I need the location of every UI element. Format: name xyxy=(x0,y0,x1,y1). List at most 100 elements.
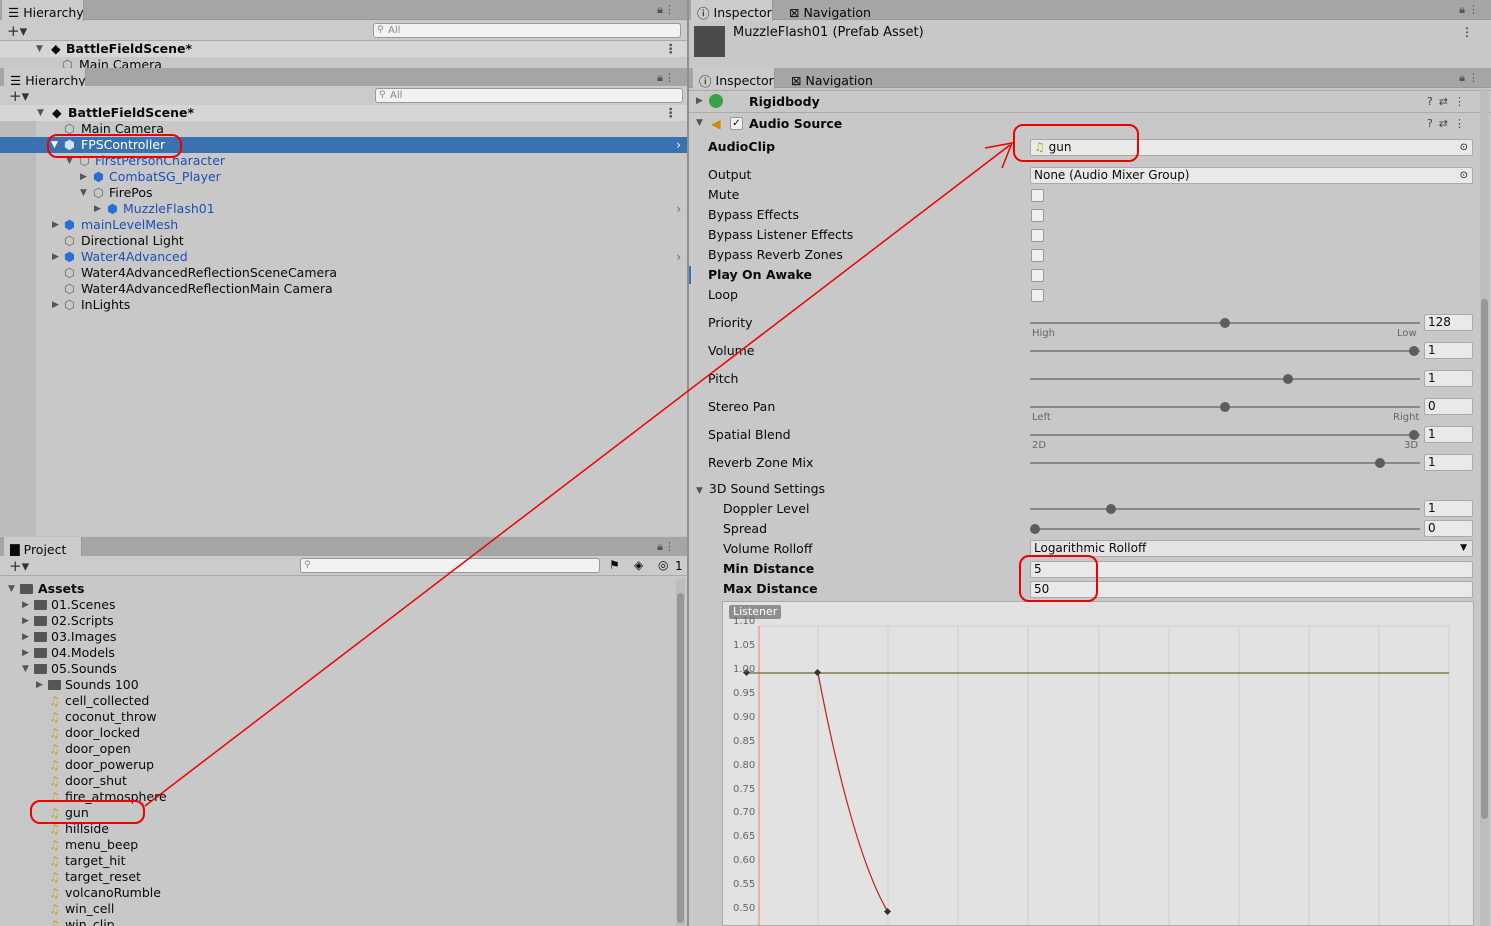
tab-navigation-top[interactable]: ⊠ Navigation xyxy=(783,0,873,21)
folder-item[interactable]: ▶ Sounds 100 xyxy=(0,677,687,693)
file-item[interactable]: ♫ target_reset xyxy=(0,869,687,885)
tab-navigation[interactable]: ⊠ Navigation xyxy=(785,68,875,89)
volume-slider[interactable] xyxy=(1030,350,1420,352)
chevron-right-icon[interactable]: › xyxy=(676,137,681,153)
collapse-arrow-icon[interactable]: ▶ xyxy=(22,629,29,645)
add-icon[interactable]: +▾ xyxy=(9,557,29,575)
hierarchy-item-combatsg-player[interactable]: ▶ ⬢ CombatSG_Player xyxy=(0,169,687,185)
project-scrollbar[interactable] xyxy=(676,579,685,926)
reverb-zone-mix-slider-handle[interactable] xyxy=(1375,458,1385,468)
scene-row[interactable]: ▼ ◆ BattleFieldScene* ⋮ xyxy=(0,105,687,121)
component-tools-icons[interactable]: ?⇄⋮ xyxy=(1427,91,1471,112)
file-item[interactable]: ♫ door_locked xyxy=(0,725,687,741)
collapse-arrow-icon[interactable]: ▶ xyxy=(52,217,59,233)
assets-root[interactable]: ▼ Assets xyxy=(0,581,687,597)
spread-slider[interactable] xyxy=(1030,528,1420,530)
hierarchy-item-water4advanced[interactable]: ▶ ⬢ Water4Advanced › xyxy=(0,249,687,265)
collapse-arrow-icon[interactable]: ▶ xyxy=(696,91,703,112)
expand-arrow-icon[interactable]: ▼ xyxy=(696,486,703,496)
bypass-effects-checkbox[interactable] xyxy=(1031,209,1044,222)
rolloff-graph[interactable]: Listener 1.10 1.05 1.00 0.95 0.90 0.85 0… xyxy=(722,601,1474,926)
priority-input[interactable]: 128 xyxy=(1424,314,1473,331)
loop-checkbox[interactable] xyxy=(1031,289,1044,302)
stereo-pan-slider-handle[interactable] xyxy=(1220,402,1230,412)
menu-icon[interactable]: ⋮ xyxy=(1468,71,1479,84)
pitch-slider[interactable] xyxy=(1030,378,1420,380)
search-input[interactable]: ⚲ All xyxy=(375,88,683,103)
hierarchy-item-reflection-scene-camera[interactable]: ⬡ Water4AdvancedReflectionSceneCamera xyxy=(0,265,687,281)
object-picker-icon[interactable]: ⊙ xyxy=(1460,168,1468,183)
file-item[interactable]: ♫ coconut_throw xyxy=(0,709,687,725)
menu-icon[interactable]: ⋮ xyxy=(664,71,675,84)
sound-3d-foldout[interactable]: ▼ 3D Sound Settings xyxy=(696,480,825,498)
collapse-arrow-icon[interactable]: ▶ xyxy=(22,613,29,629)
volume-slider-handle[interactable] xyxy=(1409,346,1419,356)
expand-arrow-icon[interactable]: ▼ xyxy=(36,41,43,57)
collapse-arrow-icon[interactable]: ▶ xyxy=(52,249,59,265)
hierarchy-item-muzzleflash01[interactable]: ▶ ⬢ MuzzleFlash01 › xyxy=(0,201,687,217)
lock-icon[interactable]: 🔒︎ xyxy=(657,3,663,17)
search-input[interactable]: ⚲ All xyxy=(373,23,681,38)
add-icon[interactable]: +▾ xyxy=(7,22,27,40)
expand-arrow-icon[interactable]: ▼ xyxy=(8,581,15,597)
tab-inspector[interactable]: ⓘ Inspector xyxy=(693,68,775,89)
bypass-reverb-checkbox[interactable] xyxy=(1031,249,1044,262)
expand-arrow-icon[interactable]: ▼ xyxy=(80,185,87,201)
file-item[interactable]: ♫ volcanoRumble xyxy=(0,885,687,901)
priority-slider-handle[interactable] xyxy=(1220,318,1230,328)
scrollbar-thumb[interactable] xyxy=(1481,299,1488,819)
chevron-right-icon[interactable]: › xyxy=(676,201,681,217)
pitch-input[interactable]: 1 xyxy=(1424,370,1473,387)
doppler-slider-handle[interactable] xyxy=(1106,504,1116,514)
folder-item[interactable]: ▶ 03.Images xyxy=(0,629,687,645)
output-field[interactable]: None (Audio Mixer Group) ⊙ xyxy=(1030,167,1473,184)
doppler-slider[interactable] xyxy=(1030,508,1420,510)
hierarchy-item-reflection-main-camera[interactable]: ⬡ Water4AdvancedReflectionMain Camera xyxy=(0,281,687,297)
lock-icon[interactable]: 🔒︎ xyxy=(1459,71,1465,85)
add-icon[interactable]: +▾ xyxy=(9,87,29,105)
collapse-arrow-icon[interactable]: ▶ xyxy=(80,169,87,185)
bypass-listener-checkbox[interactable] xyxy=(1031,229,1044,242)
hierarchy-item[interactable]: ⬡ Main Camera xyxy=(0,57,687,68)
menu-icon[interactable]: ⋮ xyxy=(664,3,675,16)
file-item[interactable]: ♫ target_hit xyxy=(0,853,687,869)
collapse-arrow-icon[interactable]: ▶ xyxy=(94,201,101,217)
lock-icon[interactable]: 🔒︎ xyxy=(657,540,663,554)
object-picker-icon[interactable]: ⊙ xyxy=(1460,140,1468,155)
curve-key-2[interactable] xyxy=(813,668,822,677)
folder-item[interactable]: ▶ 01.Scenes xyxy=(0,597,687,613)
stereo-pan-input[interactable]: 0 xyxy=(1424,398,1473,415)
scene-menu-icon[interactable]: ⋮ xyxy=(665,41,678,57)
asset-menu-icon[interactable]: ⋮ xyxy=(1461,25,1473,39)
play-on-awake-checkbox[interactable] xyxy=(1031,269,1044,282)
doppler-input[interactable]: 1 xyxy=(1424,500,1473,517)
reverb-zone-mix-input[interactable]: 1 xyxy=(1424,454,1473,471)
folder-item[interactable]: ▶ 04.Models xyxy=(0,645,687,661)
mute-checkbox[interactable] xyxy=(1031,189,1044,202)
project-search-input[interactable]: ⚲ xyxy=(300,558,600,573)
spatial-blend-slider[interactable] xyxy=(1030,434,1420,436)
spatial-blend-input[interactable]: 1 xyxy=(1424,426,1473,443)
lock-icon[interactable]: 🔒︎ xyxy=(657,71,663,85)
scene-menu-icon[interactable]: ⋮ xyxy=(665,105,678,121)
volume-input[interactable]: 1 xyxy=(1424,342,1473,359)
collapse-arrow-icon[interactable]: ▶ xyxy=(22,597,29,613)
scene-row[interactable]: ▼ ◆ BattleFieldScene* ⋮ xyxy=(0,41,687,57)
hierarchy-item-mainlevelmesh[interactable]: ▶ ⬢ mainLevelMesh xyxy=(0,217,687,233)
reverb-zone-mix-slider[interactable] xyxy=(1030,462,1420,464)
filter-type-icon[interactable]: ⚑ xyxy=(609,558,620,572)
folder-item[interactable]: ▶ 02.Scripts xyxy=(0,613,687,629)
folder-item[interactable]: ▼ 05.Sounds xyxy=(0,661,687,677)
hidden-eye-icon[interactable]: ◎ xyxy=(658,558,668,572)
collapse-arrow-icon[interactable]: ▶ xyxy=(36,677,43,693)
spatial-blend-slider-handle[interactable] xyxy=(1409,430,1419,440)
file-item[interactable]: ♫ menu_beep xyxy=(0,837,687,853)
spread-input[interactable]: 0 xyxy=(1424,520,1473,537)
vertical-splitter[interactable] xyxy=(687,0,689,926)
tab-hierarchy-top[interactable]: ☰ Hierarchy xyxy=(2,0,84,21)
menu-icon[interactable]: ⋮ xyxy=(664,540,675,553)
collapse-arrow-icon[interactable]: ▶ xyxy=(22,645,29,661)
lock-icon[interactable]: 🔒︎ xyxy=(1459,3,1465,17)
menu-icon[interactable]: ⋮ xyxy=(1468,3,1479,16)
file-item[interactable]: ♫ door_powerup xyxy=(0,757,687,773)
